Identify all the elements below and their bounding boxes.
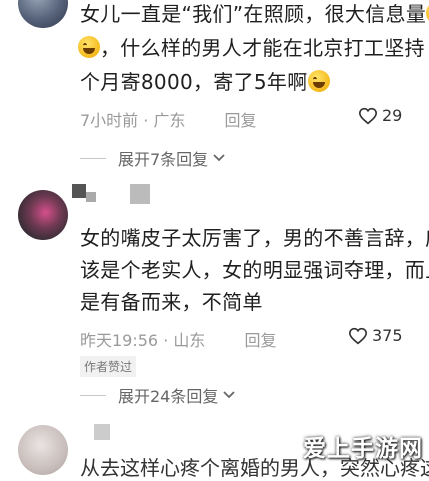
reply-button[interactable]: 回复: [225, 111, 257, 130]
comment-text-line: 该是个老实人，女的明显强词夺理，而且: [80, 258, 429, 282]
expand-replies-button[interactable]: 展开7条回复: [80, 146, 226, 170]
avatar[interactable]: [18, 425, 68, 475]
reply-button[interactable]: 回复: [244, 331, 276, 350]
comment-meta: 7小时前 · 广东 回复: [80, 107, 257, 131]
heart-icon: [348, 327, 368, 344]
comment-time-location: 7小时前 · 广东: [80, 111, 186, 130]
comment-text-line: 女儿一直是“我们”在照顾，很大信息量: [80, 0, 429, 30]
username-redacted: [94, 424, 110, 440]
laughing-emoji-icon: [307, 70, 330, 92]
comment-text-line: 是有备而来，不简单: [80, 290, 263, 314]
avatar[interactable]: [18, 190, 68, 240]
comment-text-line: 个月寄8000，寄了5年啊: [80, 66, 330, 98]
site-watermark: 爱上手游网: [303, 436, 423, 462]
like-button[interactable]: 375: [348, 326, 403, 345]
comment-time-location: 昨天19:56 · 山东: [80, 331, 206, 350]
comment-text-line: 女的嘴皮子太厉害了，男的不善言辞，应: [80, 226, 429, 250]
like-button[interactable]: 29: [358, 106, 402, 125]
author-liked-badge: 作者赞过: [80, 356, 137, 377]
laughing-emoji-icon: [78, 36, 100, 58]
comment-meta: 昨天19:56 · 山东 回复: [80, 327, 276, 351]
chevron-down-icon: [213, 154, 225, 162]
heart-icon: [358, 107, 378, 124]
expand-replies-button[interactable]: 展开24条回复: [80, 383, 236, 407]
chevron-down-icon: [223, 391, 236, 399]
like-count: 29: [382, 106, 403, 125]
comment-text-line: ，什么样的男人才能在北京打工坚持: [78, 32, 425, 64]
like-count: 375: [372, 326, 403, 345]
avatar[interactable]: [18, 0, 68, 28]
username-redacted: [72, 184, 150, 204]
